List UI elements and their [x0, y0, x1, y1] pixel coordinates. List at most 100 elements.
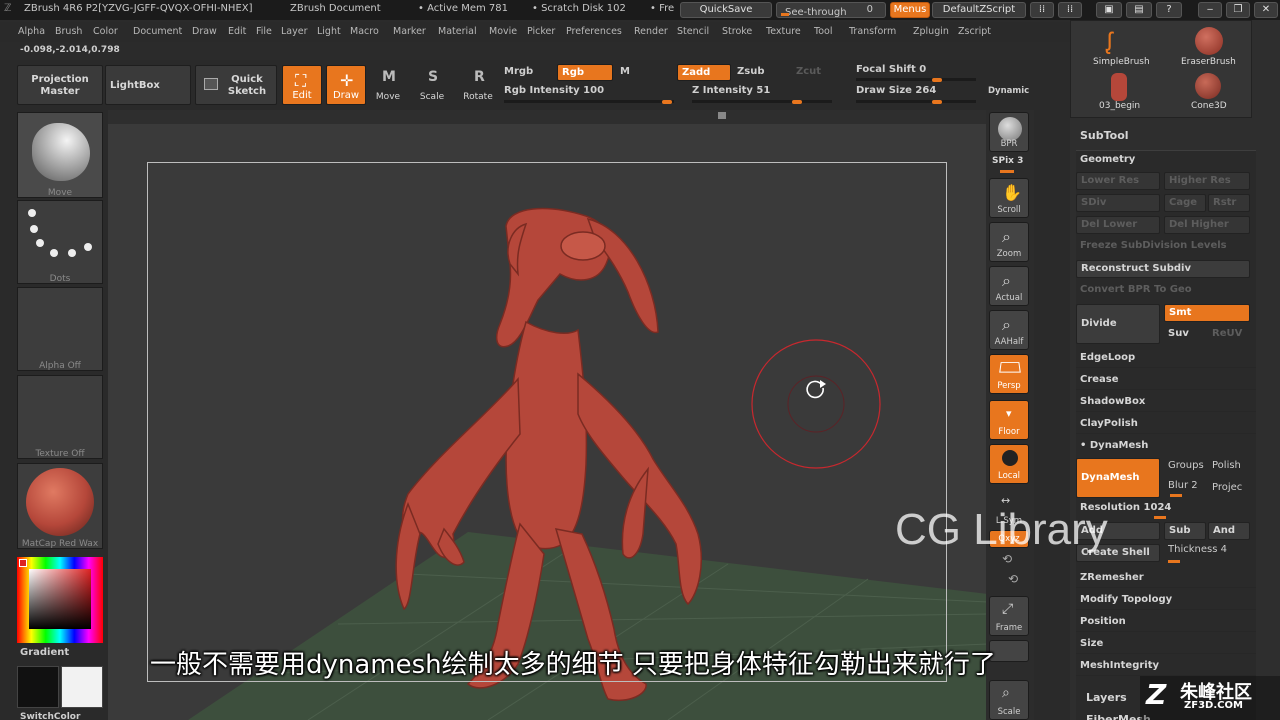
zcut-button[interactable]: Zcut [796, 66, 821, 77]
palette-2-icon[interactable]: ▤ [1126, 2, 1152, 18]
edgeloop-header[interactable]: EdgeLoop [1076, 348, 1256, 368]
modify-topology-header[interactable]: Modify Topology [1076, 590, 1256, 610]
move-brush-thumbnail[interactable]: Move [17, 112, 103, 198]
projection-master-button[interactable]: Projection Master [17, 65, 103, 105]
see-through-slider[interactable]: See-through 0 [776, 2, 886, 18]
suv-toggle[interactable]: Suv [1164, 326, 1206, 344]
rotate-z-icon[interactable]: ⟲ [1008, 572, 1018, 586]
mrgb-button[interactable]: Mrgb [504, 66, 533, 77]
higher-res-button[interactable]: Higher Res [1164, 172, 1250, 190]
scroll-button[interactable]: ✋ Scroll [989, 178, 1029, 218]
draw-button[interactable]: ✛ Draw [326, 65, 366, 105]
quicksave-button[interactable]: QuickSave [680, 2, 772, 18]
lower-res-button[interactable]: Lower Res [1076, 172, 1160, 190]
scale-view-button[interactable]: ⌕ Scale [989, 680, 1029, 720]
gradient-toggle[interactable]: Gradient [20, 647, 69, 658]
menu-transform[interactable]: Transform [849, 26, 896, 37]
sdiv-slider[interactable]: SDiv [1076, 194, 1160, 212]
shadowbox-header[interactable]: ShadowBox [1076, 392, 1256, 412]
freeze-subdiv-button[interactable]: Freeze SubDivision Levels [1076, 238, 1250, 256]
primary-color-swatch[interactable] [17, 666, 59, 708]
rotate-button[interactable]: R Rotate [460, 65, 496, 105]
texture-thumbnail[interactable]: Texture Off [17, 375, 103, 459]
menu-file[interactable]: File [256, 26, 272, 37]
quick-sketch-button[interactable]: Quick Sketch [195, 65, 277, 105]
dynamesh-button[interactable]: DynaMesh [1076, 458, 1160, 498]
cage-button[interactable]: Cage [1164, 194, 1206, 212]
crease-header[interactable]: Crease [1076, 370, 1256, 390]
sub-button[interactable]: Sub [1164, 522, 1206, 540]
persp-button[interactable]: Persp [989, 354, 1029, 394]
menu-zscript[interactable]: Zscript [958, 26, 991, 37]
edit-button[interactable]: ⛶ Edit [282, 65, 322, 105]
and-button[interactable]: And [1208, 522, 1250, 540]
material-thumbnail[interactable]: MatCap Red Wax [17, 463, 103, 549]
bpr-button[interactable]: BPR [989, 112, 1029, 152]
rgb-button[interactable]: Rgb [557, 64, 613, 81]
move-button[interactable]: M Move [372, 65, 404, 105]
cone3d-label[interactable]: Cone3D [1191, 101, 1227, 111]
simplebrush-icon[interactable]: ᶘ [1107, 27, 1112, 56]
blur-knob[interactable] [1170, 494, 1182, 497]
size-header[interactable]: Size [1076, 634, 1256, 654]
claypolish-header[interactable]: ClayPolish [1076, 414, 1256, 434]
draw-size-knob[interactable] [932, 100, 942, 104]
rgb-intensity-knob[interactable] [662, 100, 672, 104]
floor-button[interactable]: ▾ Floor [989, 400, 1029, 440]
maximize-icon[interactable]: ❐ [1226, 2, 1250, 18]
menu-marker[interactable]: Marker [393, 26, 426, 37]
m-button[interactable]: M [620, 66, 630, 77]
simplebrush-label[interactable]: SimpleBrush [1093, 57, 1150, 67]
rgb-intensity-slider[interactable] [504, 100, 674, 103]
menu-texture[interactable]: Texture [766, 26, 801, 37]
thickness-knob[interactable] [1168, 560, 1180, 563]
layout-toggle-icon[interactable]: ⁞⁞ [1030, 2, 1054, 18]
position-header[interactable]: Position [1076, 612, 1256, 632]
stroke-thumbnail[interactable]: Dots [17, 200, 103, 284]
menu-macro[interactable]: Macro [350, 26, 379, 37]
menu-layer[interactable]: Layer [281, 26, 308, 37]
switchcolor-button[interactable]: SwitchColor [20, 712, 80, 720]
menu-alpha[interactable]: Alpha [18, 26, 45, 37]
layout-toggle-2-icon[interactable]: ⁞⁞ [1058, 2, 1082, 18]
actual-button[interactable]: ⌕ Actual [989, 266, 1029, 306]
spix-slider[interactable] [1000, 170, 1014, 173]
menu-draw[interactable]: Draw [192, 26, 217, 37]
z-intensity-knob[interactable] [792, 100, 802, 104]
begin-tool-label[interactable]: 03_begin [1099, 101, 1140, 111]
minimize-icon[interactable]: ‒ [1198, 2, 1222, 18]
menu-light[interactable]: Light [317, 26, 341, 37]
menu-material[interactable]: Material [438, 26, 477, 37]
resolution-knob[interactable] [1154, 516, 1166, 519]
close-icon[interactable]: ✕ [1254, 2, 1278, 18]
meshintegrity-header[interactable]: MeshIntegrity [1076, 656, 1256, 676]
color-sv-square[interactable] [29, 569, 91, 629]
menu-document[interactable]: Document [133, 26, 182, 37]
zsub-button[interactable]: Zsub [737, 66, 764, 77]
palette-icon[interactable]: ▣ [1096, 2, 1122, 18]
menu-zplugin[interactable]: Zplugin [913, 26, 949, 37]
lightbox-button[interactable]: LightBox [105, 65, 191, 105]
alpha-thumbnail[interactable]: Alpha Off [17, 287, 103, 371]
del-higher-button[interactable]: Del Higher [1164, 216, 1250, 234]
menu-color[interactable]: Color [93, 26, 118, 37]
menu-preferences[interactable]: Preferences [566, 26, 622, 37]
menu-brush[interactable]: Brush [55, 26, 82, 37]
thickness-slider[interactable]: Thickness 4 [1164, 542, 1250, 560]
subtool-header[interactable]: SubTool [1076, 126, 1256, 146]
local-button[interactable]: Local [989, 444, 1029, 484]
rstr-button[interactable]: Rstr [1208, 194, 1250, 212]
help-icon[interactable]: ? [1156, 2, 1182, 18]
smt-toggle[interactable]: Smt [1164, 304, 1250, 322]
color-picker[interactable] [17, 557, 103, 643]
z-intensity-slider[interactable] [692, 100, 832, 103]
eraserbrush-icon[interactable] [1195, 27, 1223, 55]
aahalf-button[interactable]: ⌕ AAHalf [989, 310, 1029, 350]
groups-toggle[interactable]: Groups [1164, 458, 1208, 476]
zremesher-header[interactable]: ZRemesher [1076, 568, 1256, 588]
menu-movie[interactable]: Movie [489, 26, 517, 37]
default-zscript-button[interactable]: DefaultZScript [932, 2, 1026, 18]
focal-shift-knob[interactable] [932, 78, 942, 82]
frame-button[interactable]: ⤢ Frame [989, 596, 1029, 636]
reuv-button[interactable]: ReUV [1208, 326, 1250, 344]
